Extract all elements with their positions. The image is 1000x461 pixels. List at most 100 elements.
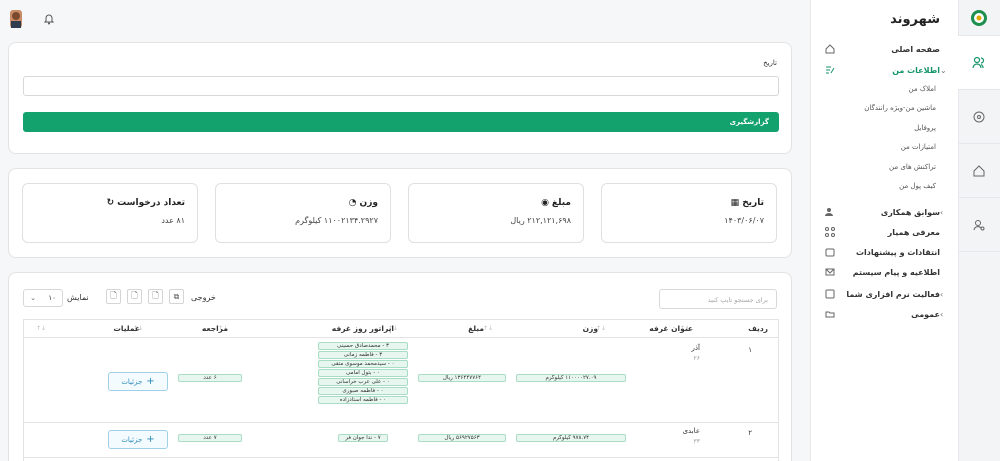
- amount-tag: ۵۶۹۲۷۵۶۳ ریال: [418, 434, 506, 442]
- rail-compass[interactable]: [958, 90, 1000, 144]
- plus-icon: +: [146, 434, 155, 445]
- sidebar-subitem-profile[interactable]: پروفایل: [914, 124, 936, 132]
- th-actions: عملیات: [113, 324, 140, 333]
- rail-home[interactable]: [958, 144, 1000, 198]
- operator-tag: ۰ - فاطمه صبوری: [318, 387, 408, 395]
- th-index[interactable]: ردیف: [748, 324, 768, 333]
- details-button[interactable]: جزئیات +: [108, 430, 168, 449]
- copy-icon: ⧉: [173, 291, 180, 301]
- logo-icon: [971, 9, 987, 26]
- sidebar-item-home[interactable]: صفحه اصلی: [818, 40, 950, 58]
- sidebar-subitem-properties[interactable]: املاک من: [909, 85, 936, 93]
- th-visits[interactable]: مراجعه: [202, 324, 228, 333]
- booth-title: عابدی: [682, 427, 700, 435]
- chevron-left-icon: ›: [940, 309, 944, 319]
- sidebar-item-history[interactable]: سوابق همکاری ›: [818, 203, 950, 221]
- th-amount[interactable]: مبلغ: [468, 324, 484, 333]
- rail-logo[interactable]: [958, 0, 1000, 36]
- chevron-left-icon: ›: [940, 207, 944, 217]
- excel-export-button[interactable]: 🗋: [127, 289, 142, 304]
- table-card: برای جستجو تایپ کنید خروجی ⧉ 🗋 🗋 🗋 نمایش…: [8, 272, 792, 461]
- weight-tag: ۱۱۰۰۰۰۲۷.۰۹ کیلوگرم: [516, 374, 626, 382]
- inbox-icon: [824, 246, 836, 258]
- details-button[interactable]: جزئیات +: [108, 372, 168, 391]
- th-weight[interactable]: وزن: [583, 324, 598, 333]
- home-icon: [973, 164, 985, 176]
- file-icon: 🗋: [152, 290, 159, 300]
- filter-card: تاریخ گزارشگیری: [8, 42, 792, 154]
- stat-weight: وزن ◔ ۱۱۰۰۲۱۳۴.۲۹۲۷ کیلوگرم: [215, 183, 391, 243]
- sidebar-item-activity[interactable]: فعالیت نرم افزاری شما ›: [818, 285, 950, 303]
- sidebar-item-notifications[interactable]: اطلاعیه و پیام سیستم: [818, 263, 950, 281]
- coin-icon: ◉: [541, 198, 549, 208]
- bell-icon[interactable]: [43, 13, 55, 25]
- sidebar-item-my-info[interactable]: اطلاعات من ⌄: [818, 61, 950, 79]
- report-button[interactable]: گزارشگیری: [23, 112, 779, 132]
- table-header: ردیف ↑↓ عنوان غرفه ↑↓ وزن ↑↓ مبلغ ↑↓ اپر…: [24, 320, 778, 338]
- csv-export-button[interactable]: 🗋: [148, 289, 163, 304]
- operator-tag: ۳ - محمدصادق حسینی: [318, 342, 408, 350]
- operator-tag: ۰ - بتول امامی: [318, 369, 408, 377]
- gauge-icon: ◔: [348, 198, 357, 208]
- show-label: نمایش: [67, 293, 89, 302]
- table-row: ۲ عابدی ۳۳ ۹۷۸.۷۴ کیلوگرم ۵۶۹۲۷۵۶۳ ریال …: [24, 424, 778, 458]
- sidebar-subitem-car[interactable]: ماشین من-ویژه رانندگان: [864, 104, 936, 112]
- sidebar-subitem-wallet[interactable]: کیف پول من: [899, 182, 936, 190]
- operator-tag: ۰ - فاطمه استادزاده: [318, 396, 408, 404]
- users-icon: [972, 56, 985, 68]
- copy-export-button[interactable]: ⧉: [169, 289, 184, 304]
- icon-rail: [958, 0, 1000, 461]
- rail-user-settings[interactable]: [958, 198, 1000, 252]
- sidebar-subitem-points[interactable]: امتیازات من: [901, 143, 936, 151]
- table-row: ۱ آذر ۲۶ ۱۱۰۰۰۰۲۷.۰۹ کیلوگرم ۱۳۶۴۴۷۷۶۴ ر…: [24, 339, 778, 423]
- user-avatar[interactable]: [8, 10, 24, 28]
- date-input[interactable]: [23, 76, 779, 96]
- sidebar-subitem-transactions[interactable]: تراکنش های من: [889, 163, 936, 171]
- date-label: تاریخ: [763, 59, 777, 67]
- operator-tag: ۷ - ندا جوان فر: [338, 434, 388, 442]
- app-title: شهروند: [890, 12, 940, 27]
- chevron-down-icon: ⌄: [940, 65, 947, 75]
- sort-icon[interactable]: ↑↓: [483, 325, 493, 332]
- user-settings-icon: [973, 219, 985, 230]
- chevron-left-icon: ›: [940, 289, 944, 299]
- stat-requests: تعداد درخواست ↻ ۸۱ عدد: [22, 183, 198, 243]
- stat-date: تاریخ ▦ ۱۴۰۳/۰۶/۰۷: [601, 183, 777, 243]
- output-label: خروجی: [191, 293, 216, 302]
- amount-tag: ۱۳۶۴۴۷۷۶۴ ریال: [418, 374, 506, 382]
- row-index: ۱: [748, 346, 752, 354]
- row-index: ۲: [748, 429, 752, 437]
- operator-tag: ۰ - علی عرب خراسانی: [318, 378, 408, 386]
- sidebar-item-general[interactable]: عمومی ›: [818, 305, 950, 323]
- activity-icon: [824, 288, 836, 300]
- file-icon: 🗋: [131, 290, 138, 300]
- operator-tag: ۳ - فاطمه زمانی: [318, 351, 408, 359]
- th-booth-title[interactable]: عنوان غرفه: [649, 324, 693, 333]
- sidebar-item-feedback[interactable]: انتقادات و پیشنهادات: [818, 243, 950, 261]
- operator-tag: ۰ - سیدمحمد موسوی متقی: [318, 360, 408, 368]
- users-icon: [824, 206, 836, 218]
- page-size-select[interactable]: ⌄ ۱۰: [23, 289, 63, 307]
- sort-icon[interactable]: ↑↓: [36, 325, 46, 332]
- data-table: ردیف ↑↓ عنوان غرفه ↑↓ وزن ↑↓ مبلغ ↑↓ اپر…: [23, 319, 779, 461]
- booth-title: آذر: [691, 344, 700, 352]
- stats-card: تاریخ ▦ ۱۴۰۳/۰۶/۰۷ مبلغ ◉ ۲۱۲,۱۲۱,۶۹۸ ریال…: [8, 168, 792, 258]
- pdf-export-button[interactable]: 🗋: [106, 289, 121, 304]
- rail-users[interactable]: [958, 36, 1000, 90]
- file-icon: 🗋: [110, 290, 117, 300]
- share-icon: [824, 226, 836, 238]
- visits-tag: ۷ عدد: [178, 434, 242, 442]
- calendar-icon: ▦: [730, 198, 740, 208]
- th-operators[interactable]: اپراتور روز غرفه: [332, 324, 394, 333]
- compass-icon: [973, 111, 985, 122]
- plus-icon: +: [146, 376, 155, 387]
- stat-amount: مبلغ ◉ ۲۱۲,۱۲۱,۶۹۸ ریال: [408, 183, 584, 243]
- visits-tag: ۶ عدد: [178, 374, 242, 382]
- booth-code: ۲۶: [693, 355, 700, 362]
- booth-code: ۳۳: [693, 438, 700, 445]
- mail-icon: [824, 266, 836, 278]
- weight-tag: ۹۷۸.۷۴ کیلوگرم: [516, 434, 626, 442]
- sidebar-item-refer[interactable]: معرفی همیار: [818, 223, 950, 241]
- search-input[interactable]: برای جستجو تایپ کنید: [659, 289, 777, 309]
- folder-icon: [824, 308, 836, 320]
